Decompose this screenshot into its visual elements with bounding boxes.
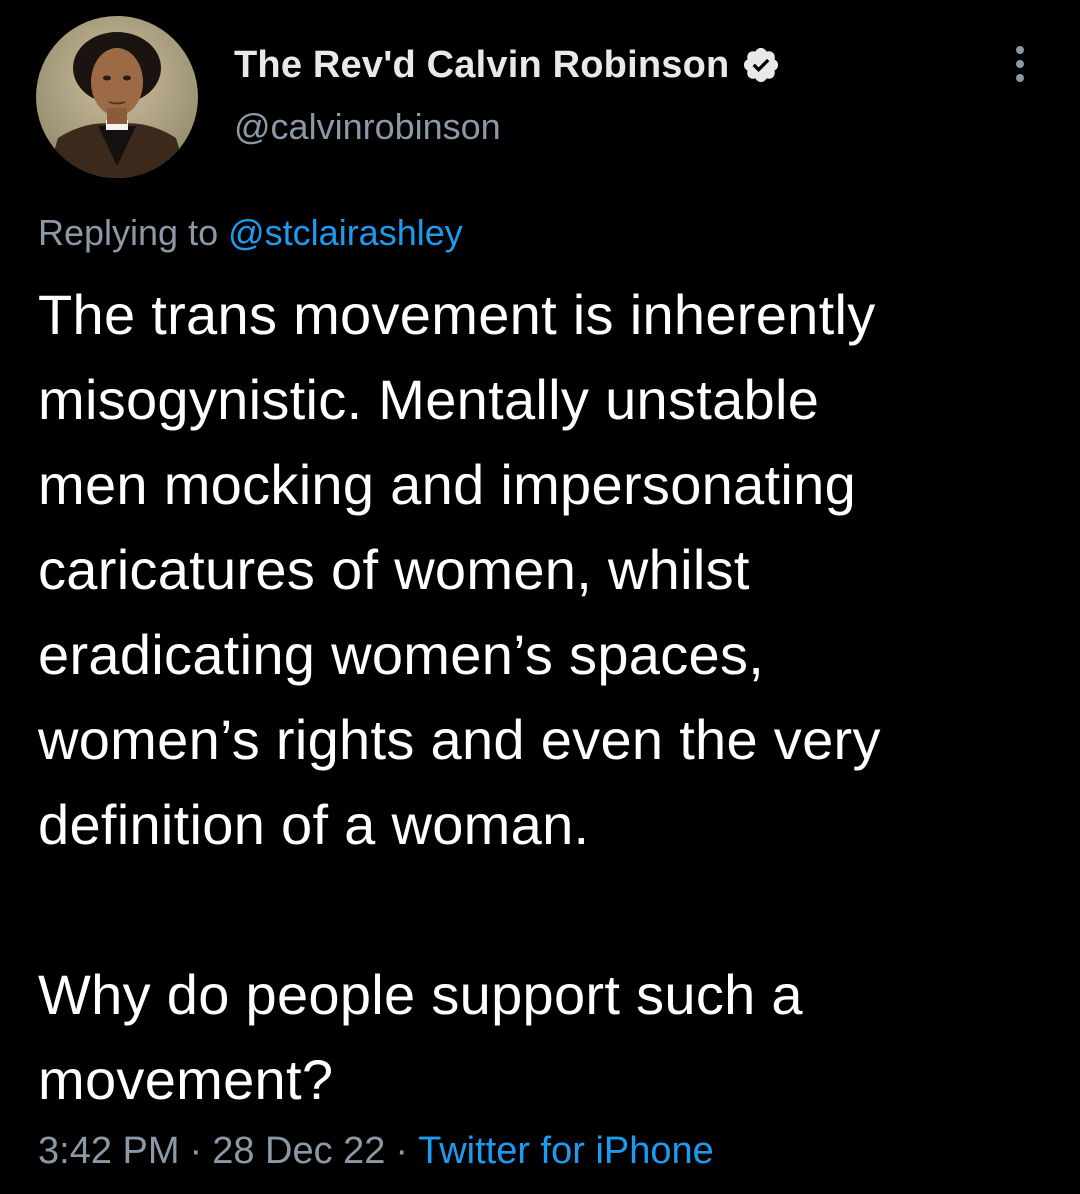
author-name-row[interactable]: The Rev'd Calvin Robinson — [234, 40, 781, 90]
tweet-text: The trans movement is inherently misogyn… — [38, 272, 1048, 1122]
replying-to: Replying to @stclairashley — [38, 212, 463, 254]
tweet-line: misogynistic. Mentally unstable — [38, 368, 820, 431]
tweet-line: men mocking and impersonating — [38, 453, 857, 516]
more-options-icon[interactable] — [1000, 42, 1040, 86]
reply-handle-link[interactable]: @stclairashley — [228, 212, 463, 253]
display-name[interactable]: The Rev'd Calvin Robinson — [234, 44, 729, 87]
meta-separator: · — [189, 1130, 203, 1172]
meta-separator: · — [395, 1130, 409, 1172]
replying-to-label: Replying to — [38, 212, 219, 253]
tweet-line: The trans movement is inherently — [38, 283, 876, 346]
tweet-source-link[interactable]: Twitter for iPhone — [418, 1130, 714, 1172]
tweet-line — [38, 867, 1048, 952]
tweet-line: definition of a woman. — [38, 793, 590, 856]
tweet-line: Why do people support such a — [38, 963, 803, 1026]
tweet-line: women’s rights and even the very — [38, 708, 881, 771]
tweet-card: The Rev'd Calvin Robinson @calvinrobinso… — [0, 0, 1080, 1194]
tweet-line: eradicating women’s spaces, — [38, 623, 765, 686]
tweet-line: caricatures of women, whilst — [38, 538, 750, 601]
tweet-line: movement? — [38, 1048, 334, 1111]
tweet-time[interactable]: 3:42 PM — [38, 1130, 180, 1172]
tweet-meta: 3:42 PM · 28 Dec 22 · Twitter for iPhone — [38, 1130, 714, 1173]
author-handle[interactable]: @calvinrobinson — [234, 106, 501, 148]
verified-badge-icon — [741, 45, 781, 85]
tweet-date[interactable]: 28 Dec 22 — [212, 1130, 385, 1172]
avatar[interactable] — [36, 16, 198, 178]
